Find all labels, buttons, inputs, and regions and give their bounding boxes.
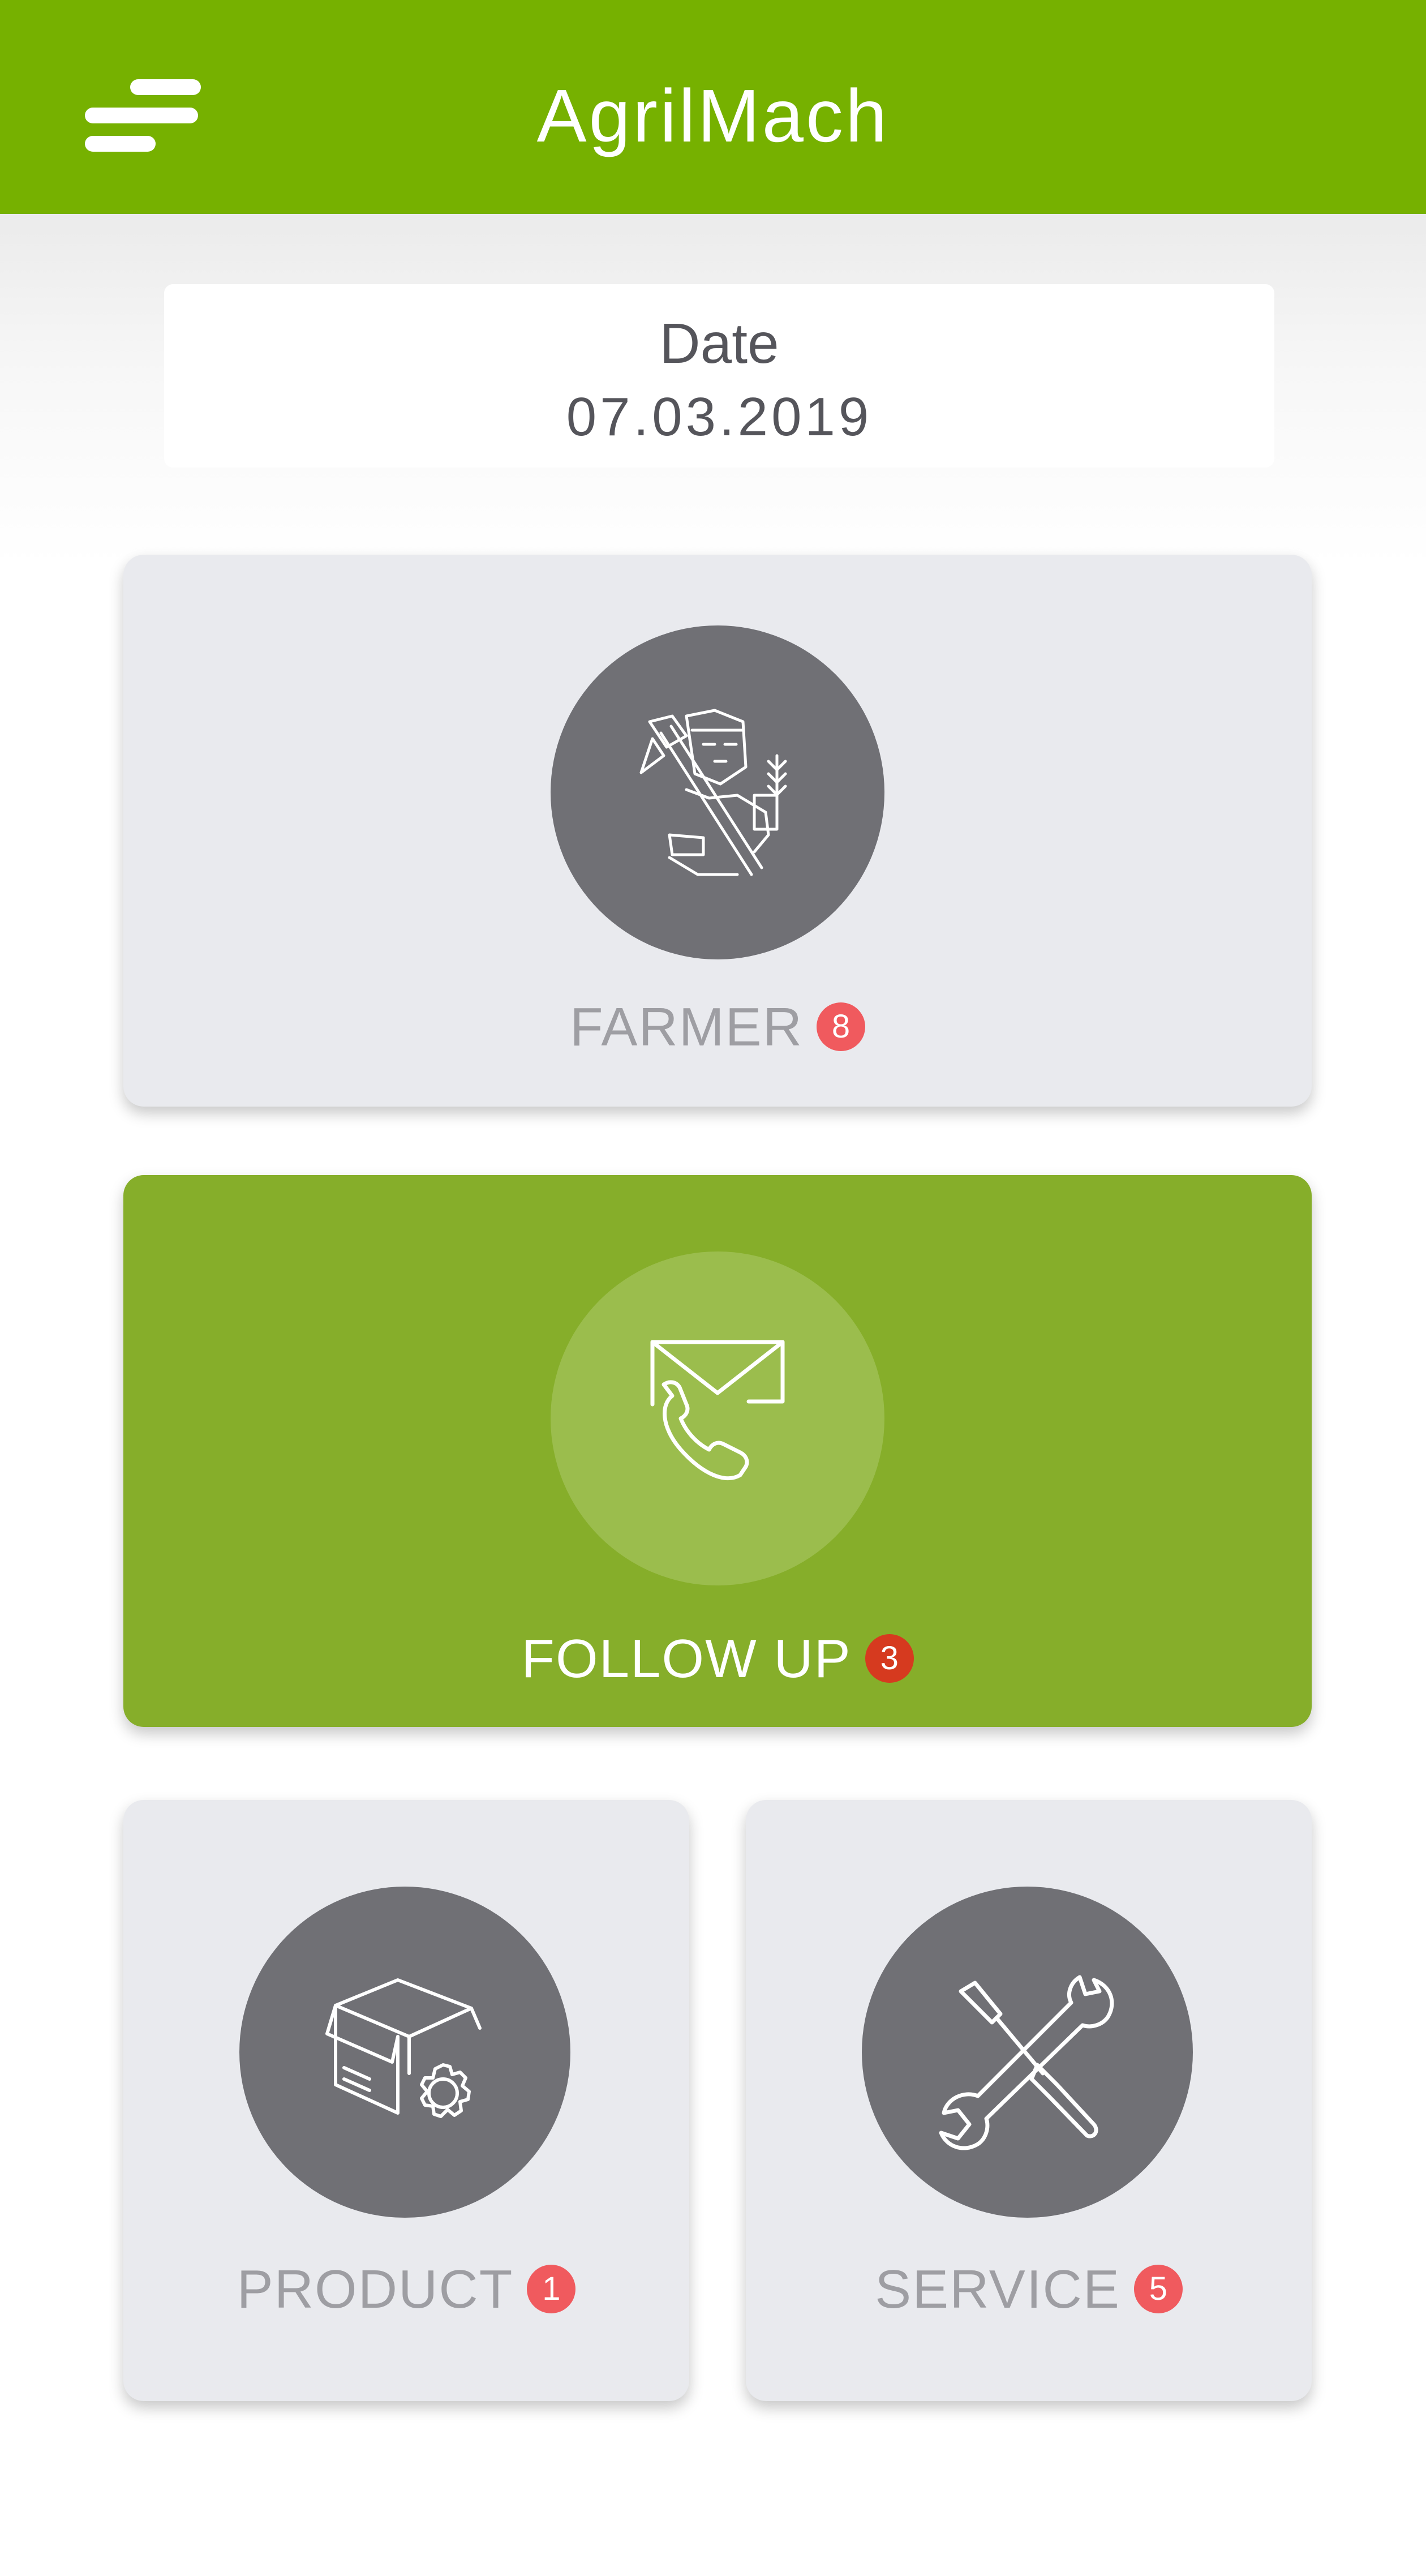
product-label: PRODUCT [237, 2259, 514, 2320]
date-label: Date [659, 312, 779, 375]
product-icon-circle [239, 1887, 570, 2218]
service-icon-circle [862, 1887, 1193, 2218]
date-card: Date 07.03.2019 [164, 284, 1274, 468]
farmer-label: FARMER [569, 997, 804, 1057]
service-label-row: SERVICE 5 [746, 2258, 1312, 2321]
farmer-icon [639, 709, 787, 876]
mail-phone-icon [650, 1340, 785, 1481]
follow-up-tile[interactable]: FOLLOW UP 3 [123, 1175, 1312, 1727]
app-header: AgrilMach [0, 0, 1426, 214]
product-tile[interactable]: PRODUCT 1 [123, 1800, 689, 2401]
wrench-screwdriver-icon [939, 1975, 1114, 2150]
farmer-icon-circle [551, 625, 884, 959]
farmer-badge: 8 [817, 1002, 866, 1051]
follow-up-label: FOLLOW UP [521, 1628, 852, 1689]
box-gear-icon [325, 1978, 482, 2118]
farmer-label-row: FARMER 8 [123, 996, 1312, 1058]
farmer-tile[interactable]: FARMER 8 [123, 555, 1312, 1107]
app-title: AgrilMach [536, 74, 890, 157]
date-value: 07.03.2019 [566, 387, 873, 447]
product-badge: 1 [527, 2264, 576, 2313]
follow-up-badge: 3 [865, 1634, 914, 1683]
follow-up-icon-circle [551, 1251, 884, 1585]
service-tile[interactable]: SERVICE 5 [746, 1800, 1312, 2401]
service-label: SERVICE [875, 2259, 1120, 2320]
service-badge: 5 [1133, 2264, 1183, 2313]
product-label-row: PRODUCT 1 [123, 2258, 689, 2321]
follow-up-label-row: FOLLOW UP 3 [123, 1628, 1312, 1690]
